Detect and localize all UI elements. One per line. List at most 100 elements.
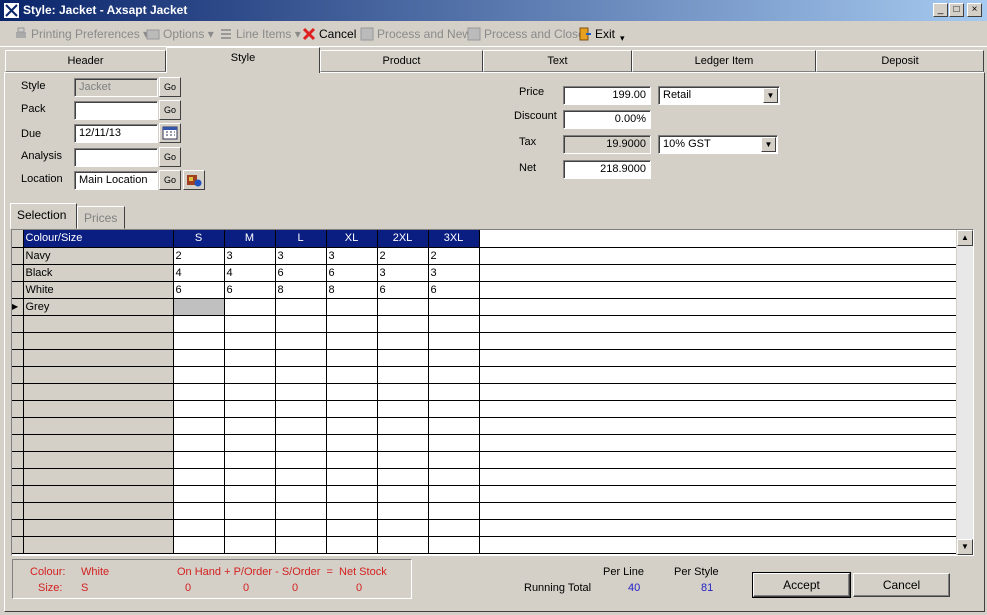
qty-cell[interactable]	[224, 536, 276, 554]
qty-cell[interactable]: 4	[224, 264, 276, 282]
qty-cell[interactable]	[326, 468, 378, 486]
table-row[interactable]	[12, 400, 958, 418]
table-row[interactable]: ▶ Grey	[12, 298, 958, 316]
qty-cell[interactable]	[377, 536, 429, 554]
column-header-colour-size[interactable]: Colour/Size	[23, 230, 174, 248]
qty-cell[interactable]	[173, 485, 225, 503]
qty-cell[interactable]	[275, 315, 327, 333]
row-indicator[interactable]	[12, 417, 24, 435]
qty-cell[interactable]	[428, 298, 480, 316]
row-indicator[interactable]	[12, 468, 24, 486]
qty-cell[interactable]	[173, 383, 225, 401]
qty-cell[interactable]	[275, 536, 327, 554]
qty-cell[interactable]: 3	[428, 264, 480, 282]
calendar-button[interactable]	[159, 123, 181, 143]
table-row[interactable]	[12, 315, 958, 333]
colour-cell[interactable]	[23, 349, 174, 367]
qty-cell[interactable]	[326, 383, 378, 401]
qty-cell[interactable]	[326, 315, 378, 333]
colour-cell[interactable]: Grey	[23, 298, 174, 316]
column-header-l[interactable]: L	[275, 230, 327, 248]
qty-cell[interactable]: 8	[275, 281, 327, 299]
row-indicator[interactable]	[12, 400, 24, 418]
qty-cell[interactable]	[428, 400, 480, 418]
colour-cell[interactable]	[23, 536, 174, 554]
tab-text[interactable]: Text	[483, 50, 632, 72]
qty-cell[interactable]	[326, 434, 378, 452]
scroll-down-arrow-icon[interactable]: ▼	[957, 539, 973, 555]
row-indicator[interactable]	[12, 247, 24, 265]
minimize-button[interactable]: _	[933, 3, 948, 17]
qty-cell[interactable]	[224, 485, 276, 503]
close-window-button[interactable]: ×	[967, 3, 982, 17]
subtab-selection[interactable]: Selection	[10, 203, 77, 229]
qty-cell[interactable]	[224, 383, 276, 401]
tab-product[interactable]: Product	[320, 50, 483, 72]
size-grid[interactable]: Colour/Size S M L XL 2XL 3XL Navy 2 3 3 3 2 2 B…	[11, 229, 974, 556]
colour-cell[interactable]: White	[23, 281, 174, 299]
colour-cell[interactable]	[23, 417, 174, 435]
row-indicator[interactable]	[12, 281, 24, 299]
qty-cell[interactable]	[173, 400, 225, 418]
qty-cell[interactable]	[428, 315, 480, 333]
qty-cell[interactable]	[377, 417, 429, 435]
qty-cell[interactable]	[173, 468, 225, 486]
style-field[interactable]: Jacket	[74, 78, 158, 97]
column-header-m[interactable]: M	[224, 230, 276, 248]
qty-cell[interactable]	[173, 417, 225, 435]
tax-type-select[interactable]: 10% GST ▼	[658, 135, 778, 154]
qty-cell[interactable]	[326, 298, 378, 316]
row-indicator[interactable]	[12, 451, 24, 469]
qty-cell[interactable]	[326, 332, 378, 350]
qty-cell[interactable]	[428, 536, 480, 554]
colour-cell[interactable]: Black	[23, 264, 174, 282]
qty-cell[interactable]	[428, 485, 480, 503]
table-row[interactable]	[12, 468, 958, 486]
analysis-field[interactable]	[74, 148, 158, 167]
qty-cell[interactable]	[377, 485, 429, 503]
cancel-button[interactable]: Cancel	[853, 573, 950, 597]
price-type-select[interactable]: Retail ▼	[658, 86, 780, 105]
table-row[interactable]: Navy 2 3 3 3 2 2	[12, 247, 958, 265]
qty-cell[interactable]	[377, 366, 429, 384]
colour-cell[interactable]	[23, 451, 174, 469]
qty-cell[interactable]	[173, 502, 225, 520]
qty-cell[interactable]	[377, 451, 429, 469]
table-row[interactable]	[12, 451, 958, 469]
qty-cell[interactable]: 6	[326, 264, 378, 282]
qty-cell[interactable]	[275, 366, 327, 384]
row-indicator[interactable]	[12, 502, 24, 520]
colour-cell[interactable]	[23, 332, 174, 350]
qty-cell[interactable]	[275, 417, 327, 435]
qty-cell[interactable]	[377, 434, 429, 452]
qty-cell[interactable]	[173, 519, 225, 537]
scroll-up-arrow-icon[interactable]: ▲	[957, 230, 973, 246]
qty-cell[interactable]	[275, 502, 327, 520]
dropdown-arrow-icon[interactable]: ▼	[763, 88, 778, 103]
qty-cell[interactable]	[275, 485, 327, 503]
pack-field[interactable]	[74, 101, 158, 120]
location-lookup-button[interactable]: Go	[159, 170, 181, 190]
qty-cell[interactable]	[377, 468, 429, 486]
qty-cell[interactable]	[224, 315, 276, 333]
qty-cell[interactable]	[173, 536, 225, 554]
qty-cell[interactable]	[275, 434, 327, 452]
qty-cell[interactable]	[173, 315, 225, 333]
price-field[interactable]: 199.00	[563, 86, 651, 105]
qty-cell[interactable]: 6	[377, 281, 429, 299]
qty-cell[interactable]	[224, 400, 276, 418]
process-and-close-button[interactable]: Process and Close	[467, 25, 585, 43]
qty-cell[interactable]	[326, 400, 378, 418]
tab-header[interactable]: Header	[5, 50, 166, 72]
qty-cell[interactable]	[377, 519, 429, 537]
qty-cell[interactable]	[224, 332, 276, 350]
qty-cell[interactable]	[428, 519, 480, 537]
qty-cell[interactable]	[326, 536, 378, 554]
qty-cell[interactable]	[326, 451, 378, 469]
qty-cell[interactable]: 2	[377, 247, 429, 265]
table-row[interactable]	[12, 349, 958, 367]
qty-cell[interactable]	[326, 502, 378, 520]
qty-cell[interactable]	[326, 519, 378, 537]
table-row[interactable]	[12, 536, 958, 554]
row-indicator[interactable]	[12, 519, 24, 537]
